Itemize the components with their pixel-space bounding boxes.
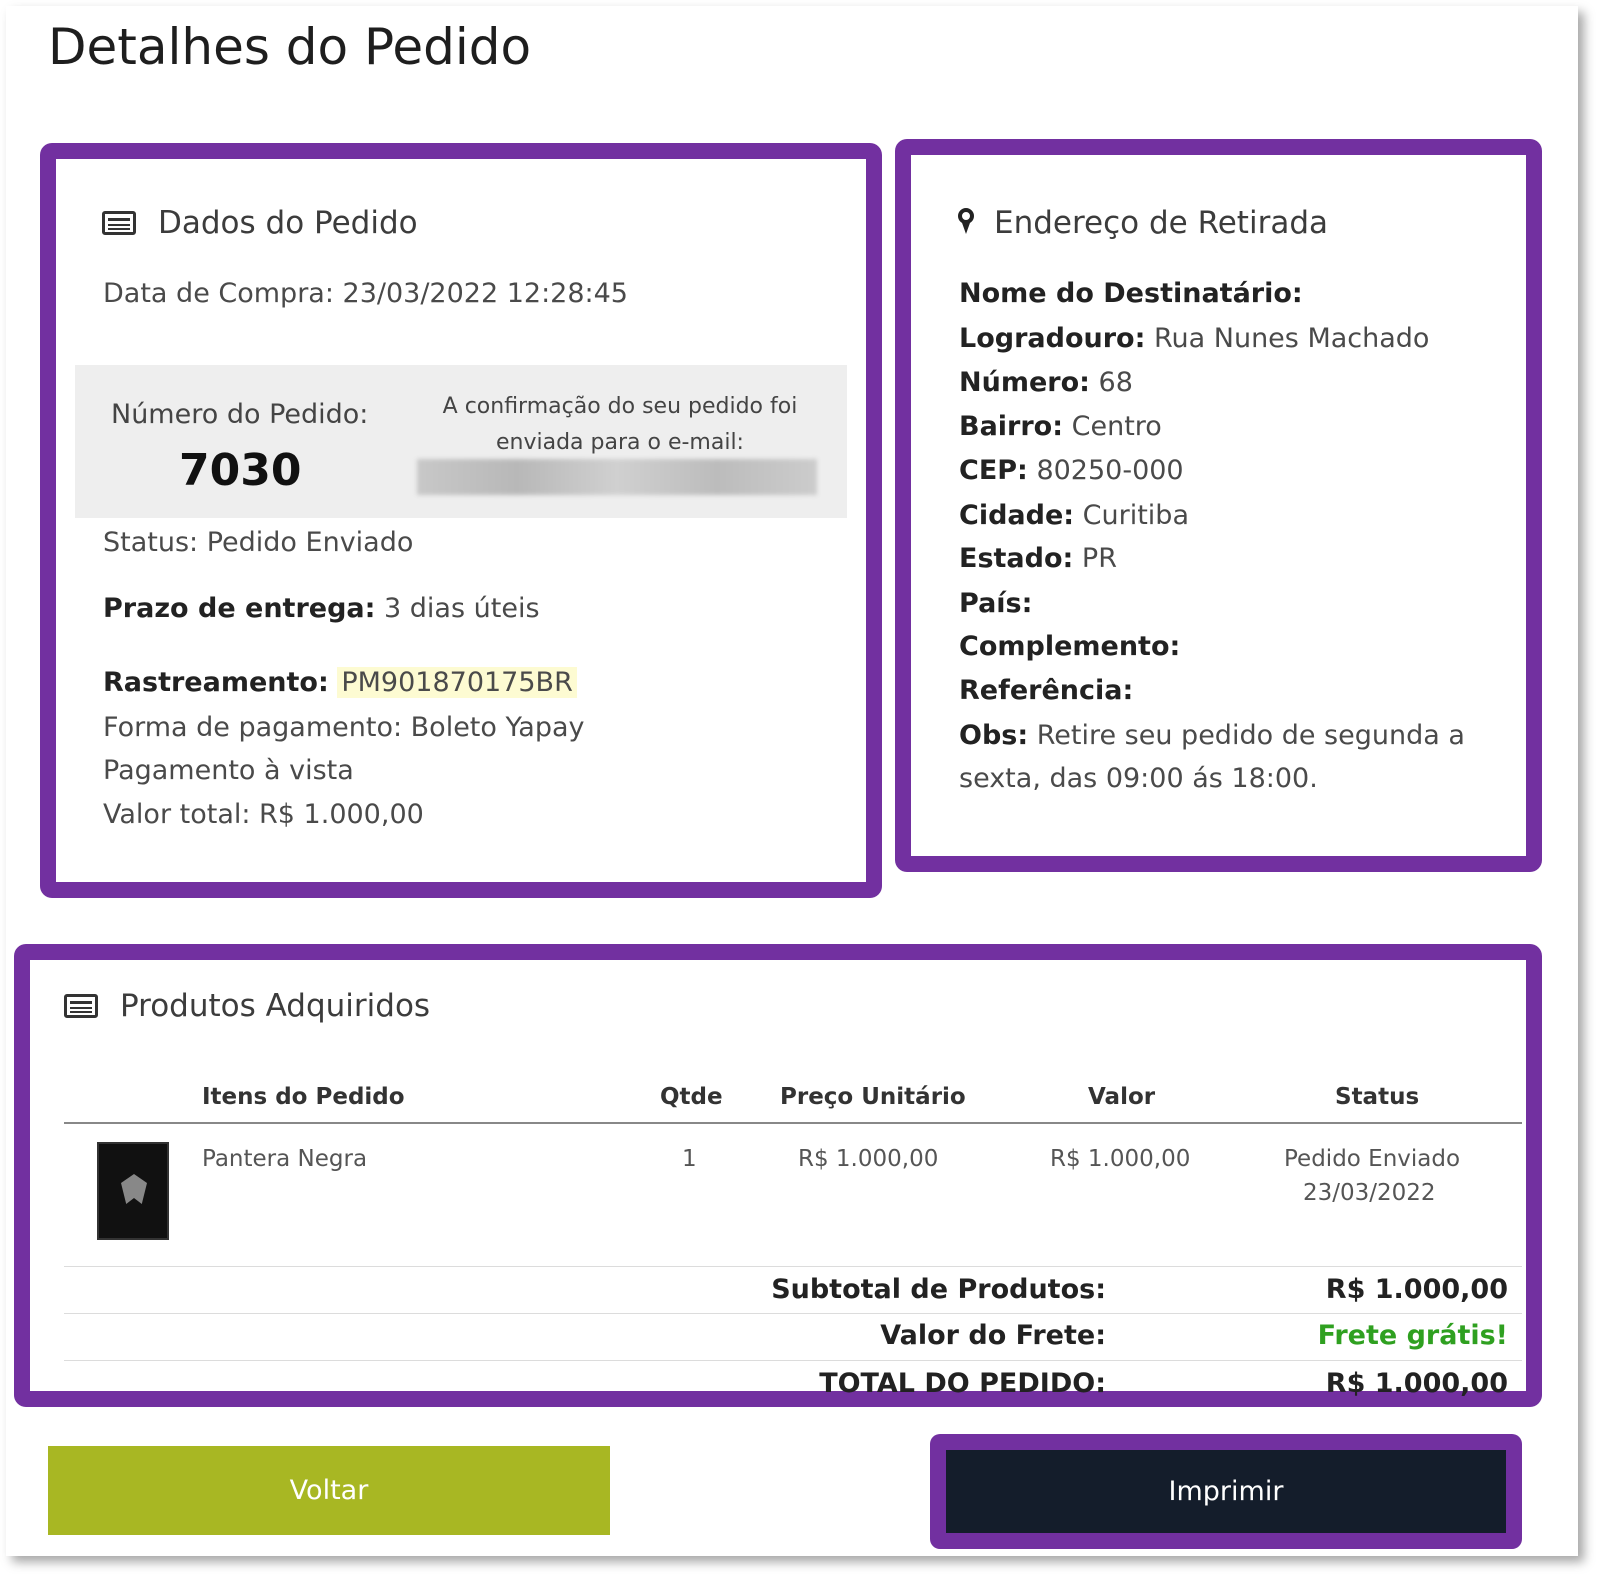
credit-card-icon (102, 211, 136, 235)
field-value: 68 (1089, 367, 1133, 398)
order-total-amount: R$ 1.000,00 (1325, 1368, 1508, 1399)
pickup-address-panel: Endereço de Retirada Nome do Destinatári… (895, 139, 1542, 872)
field-label: Nome do Destinatário: (959, 278, 1303, 309)
address-recipient: Nome do Destinatário: (959, 278, 1303, 309)
map-pin-icon (958, 208, 974, 238)
address-state: Estado: PR (959, 543, 1117, 574)
payment-type: Pagamento à vista (103, 755, 354, 786)
delivery-time: Prazo de entrega: 3 dias úteis (103, 593, 540, 624)
field-label: Logradouro: (959, 323, 1146, 354)
products-section-header: Produtos Adquiridos (64, 988, 430, 1024)
field-label: Cidade: (959, 500, 1075, 531)
col-header-unit-price: Preço Unitário (780, 1084, 966, 1110)
summary-divider (64, 1266, 1522, 1267)
shipping-label: Valor do Frete: (880, 1320, 1106, 1351)
tracking-label: Rastreamento: (103, 667, 329, 698)
order-total-value: Valor total: R$ 1.000,00 (103, 799, 424, 830)
order-status: Status: Pedido Enviado (103, 527, 414, 558)
address-number: Número: 68 (959, 367, 1133, 398)
address-country: País: (959, 588, 1032, 619)
field-value: Centro (1063, 411, 1162, 442)
back-button[interactable]: Voltar (48, 1446, 610, 1535)
field-label: Referência: (959, 675, 1134, 706)
purchase-date: Data de Compra: 23/03/2022 12:28:45 (103, 278, 628, 309)
order-number-label: Número do Pedido: (111, 399, 369, 430)
field-value: Curitiba (1074, 500, 1189, 531)
email-confirmation-text: A confirmação do seu pedido foi enviada … (442, 394, 798, 455)
order-total-label: TOTAL DO PEDIDO: (819, 1368, 1106, 1399)
page-title: Detalhes do Pedido (48, 18, 532, 76)
field-label: Bairro: (959, 411, 1064, 442)
order-number-box: Número do Pedido: 7030 A confirmação do … (75, 365, 847, 518)
product-unit-price: R$ 1.000,00 (798, 1146, 939, 1172)
address-city: Cidade: Curitiba (959, 500, 1189, 531)
delivery-time-value: 3 dias úteis (375, 593, 540, 624)
address-neighborhood: Bairro: Centro (959, 411, 1162, 442)
product-thumbnail[interactable] (97, 1142, 169, 1240)
col-header-items: Itens do Pedido (202, 1084, 405, 1110)
subtotal-value: R$ 1.000,00 (1325, 1274, 1508, 1305)
shipping-value: Frete grátis! (1317, 1320, 1508, 1351)
summary-divider (64, 1313, 1522, 1314)
address-street: Logradouro: Rua Nunes Machado (959, 323, 1429, 354)
col-header-status: Status (1335, 1084, 1420, 1110)
products-section-title: Produtos Adquiridos (120, 988, 431, 1024)
address-complement: Complemento: (959, 631, 1180, 662)
order-number: 7030 (179, 445, 302, 496)
product-status-date: 23/03/2022 (1303, 1180, 1436, 1206)
table-header-divider (64, 1122, 1522, 1124)
order-details-panel: Dados do Pedido Data de Compra: 23/03/20… (40, 143, 882, 898)
tracking: Rastreamento: PM901870175BR (103, 667, 577, 698)
field-label: Complemento: (959, 631, 1181, 662)
product-name[interactable]: Pantera Negra (202, 1146, 367, 1172)
blurred-email (417, 459, 817, 495)
field-label: País: (959, 588, 1033, 619)
obs-text: Retire seu pedido de segunda a (1028, 720, 1465, 751)
order-section-header: Dados do Pedido (102, 205, 418, 241)
order-section-title: Dados do Pedido (158, 205, 418, 241)
col-header-qty: Qtde (660, 1084, 723, 1110)
field-value: Rua Nunes Machado (1145, 323, 1430, 354)
product-status: Pedido Enviado (1284, 1146, 1461, 1172)
col-header-value: Valor (1088, 1084, 1156, 1110)
subtotal-label: Subtotal de Produtos: (771, 1274, 1106, 1305)
print-button-highlight: Imprimir (930, 1434, 1522, 1549)
field-value: PR (1073, 543, 1117, 574)
print-button[interactable]: Imprimir (946, 1450, 1506, 1533)
payment-method: Forma de pagamento: Boleto Yapay (103, 712, 585, 743)
address-zip: CEP: 80250-000 (959, 455, 1184, 486)
address-obs-continued: sexta, das 09:00 ás 18:00. (959, 763, 1318, 794)
field-label: Número: (959, 367, 1090, 398)
tracking-code[interactable]: PM901870175BR (337, 667, 577, 698)
product-value: R$ 1.000,00 (1050, 1146, 1191, 1172)
credit-card-icon (64, 994, 98, 1018)
delivery-time-label: Prazo de entrega: (103, 593, 376, 624)
address-section-header: Endereço de Retirada (958, 205, 1328, 241)
field-label: Estado: (959, 543, 1074, 574)
address-section-title: Endereço de Retirada (994, 205, 1328, 241)
obs-label: Obs: (959, 720, 1029, 751)
products-panel: Produtos Adquiridos Itens do Pedido Qtde… (14, 944, 1542, 1407)
field-value: 80250-000 (1027, 455, 1184, 486)
address-reference: Referência: (959, 675, 1133, 706)
field-label: CEP: (959, 455, 1028, 486)
summary-divider (64, 1360, 1522, 1361)
product-qty: 1 (682, 1146, 697, 1172)
address-obs: Obs: Retire seu pedido de segunda a (959, 720, 1465, 751)
